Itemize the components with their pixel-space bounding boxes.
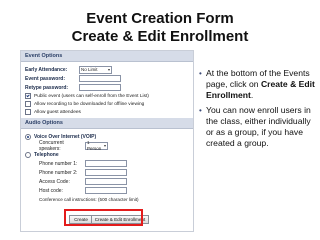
event-options-body: Early Attendance: No Limit ▾ Event passw… (21, 62, 193, 118)
allow-recording-checkbox[interactable] (25, 101, 31, 107)
phone-2-field[interactable] (85, 169, 127, 176)
public-event-checkbox[interactable] (25, 93, 31, 99)
chevron-down-icon: ▾ (103, 142, 106, 148)
highlight-box (64, 209, 143, 226)
allow-guests-checkbox-row: Allow guest attendees (25, 108, 189, 116)
slide-title: Event Creation Form Create & Edit Enroll… (0, 10, 320, 46)
concurrent-speakers-label: Concurrent speakers: (39, 139, 64, 152)
slide-title-line-1: Event Creation Form (86, 10, 234, 27)
phone-1-row: Phone number 1: (25, 159, 189, 168)
host-code-field[interactable] (85, 187, 127, 194)
phone-1-label: Phone number 1: (39, 160, 78, 167)
chevron-down-icon: ▾ (107, 66, 110, 72)
audio-options-body: Voice Over Internet (VOIP) Concurrent sp… (21, 129, 193, 205)
public-event-checkbox-row: Public event (users can self-enroll from… (25, 92, 189, 100)
phone-2-label: Phone number 2: (39, 169, 78, 176)
conference-instructions-label: Conference call instructions: (500 chara… (39, 196, 139, 202)
telephone-radio[interactable] (25, 151, 31, 158)
bullet-1-end: . (250, 90, 254, 100)
retype-password-label: Retype password: (25, 84, 69, 91)
allow-guests-checkbox[interactable] (25, 109, 31, 115)
voip-radio[interactable] (25, 133, 31, 140)
telephone-label: Telephone (34, 151, 59, 158)
event-form-screenshot: Event Options Early Attendance: No Limit… (20, 50, 194, 232)
early-attendance-row: Early Attendance: No Limit ▾ (25, 65, 189, 74)
allow-recording-checkbox-row: Allow recording to be downloaded for off… (25, 100, 189, 108)
bullet-item: • You can now enroll users in the class,… (199, 105, 315, 149)
bullet-2-text: You can now enroll users in the class, e… (206, 105, 311, 148)
event-password-row: Event password: (25, 74, 189, 83)
retype-password-row: Retype password: (25, 83, 189, 92)
telephone-radio-row: Telephone (25, 150, 189, 159)
concurrent-speakers-select[interactable]: 1 Person ▾ (85, 139, 108, 151)
concurrent-speakers-value: 1 Person (87, 139, 102, 151)
retype-password-field[interactable] (79, 84, 121, 91)
access-code-row: Access Code: (25, 177, 189, 186)
host-code-label: Host code: (39, 187, 63, 194)
slide-title-line-2: Create & Edit Enrollment (71, 28, 249, 45)
bullet-item: • At the bottom of the Events page, clic… (199, 68, 315, 101)
early-attendance-value: No Limit (81, 66, 98, 72)
allow-recording-label: Allow recording to be downloaded for off… (34, 101, 145, 107)
allow-guests-label: Allow guest attendees (34, 109, 81, 115)
bullet-icon: • (199, 106, 202, 115)
bullet-list: • At the bottom of the Events page, clic… (199, 68, 315, 153)
host-code-row: Host code: (25, 186, 189, 195)
access-code-label: Access Code: (39, 178, 70, 185)
access-code-field[interactable] (85, 178, 127, 185)
early-attendance-label: Early Attendance: (25, 66, 68, 73)
public-event-label: Public event (users can self-enroll from… (34, 93, 149, 99)
phone-2-row: Phone number 2: (25, 168, 189, 177)
concurrent-speakers-row: Concurrent speakers: 1 Person ▾ (25, 139, 189, 152)
bullet-text: At the bottom of the Events page, click … (206, 68, 315, 101)
bullet-icon: • (199, 69, 202, 78)
event-password-label: Event password: (25, 75, 66, 82)
event-options-header: Event Options (21, 51, 193, 62)
audio-options-header: Audio Options (21, 118, 193, 129)
early-attendance-select[interactable]: No Limit ▾ (79, 65, 112, 74)
event-password-field[interactable] (79, 75, 121, 82)
phone-1-field[interactable] (85, 160, 127, 167)
